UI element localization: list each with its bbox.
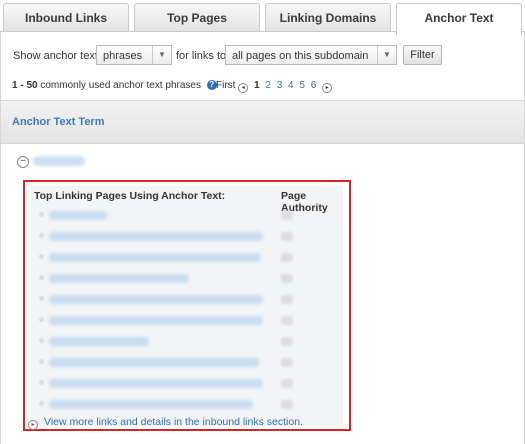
anchor-type-value: phrases	[103, 50, 143, 62]
page-authority-value	[281, 400, 293, 409]
bullet-icon	[39, 233, 44, 238]
table-row	[31, 353, 343, 373]
results-text: commonly used anchor text phrases	[40, 80, 201, 91]
pagination: First ◂ 1 2 3 4 5 6 ▸	[216, 80, 333, 93]
bullet-icon	[39, 380, 44, 385]
tab-linking-domains[interactable]: Linking Domains	[265, 3, 391, 32]
show-anchor-text-label: Show anchor text	[13, 50, 98, 62]
tab-bar: Inbound Links Top Pages Linking Domains …	[0, 0, 525, 35]
table-row	[31, 269, 343, 289]
pager-link-2[interactable]: 2	[265, 80, 271, 91]
pager-current: 1	[254, 80, 260, 91]
page-authority-value	[281, 253, 293, 262]
anchor-text-term-header: Anchor Text Term	[0, 100, 525, 144]
scope-value: all pages on this subdomain	[232, 50, 369, 62]
results-info: 1 - 50 commonly used anchor text phrases…	[12, 80, 217, 91]
pager-link-3[interactable]: 3	[277, 80, 283, 91]
linking-page-link[interactable]	[49, 274, 189, 283]
page-authority-value	[281, 316, 293, 325]
page-authority-value	[281, 337, 293, 346]
collapse-icon[interactable]: −	[17, 156, 29, 168]
bullet-icon	[39, 254, 44, 259]
bullet-icon	[39, 317, 44, 322]
anchor-term-results: − Top Linking Pages Using Anchor Text: P…	[0, 143, 525, 444]
linking-page-link[interactable]	[49, 253, 261, 262]
bullet-icon	[39, 338, 44, 343]
for-links-to-label: for links to	[176, 50, 227, 62]
linking-page-link[interactable]	[49, 400, 253, 409]
table-row	[31, 374, 343, 394]
tab-inbound-links[interactable]: Inbound Links	[3, 3, 129, 32]
results-range: 1 - 50	[12, 80, 38, 91]
pager-link-6[interactable]: 6	[311, 80, 317, 91]
highlighted-top-pages-box: Top Linking Pages Using Anchor Text: Pag…	[23, 180, 351, 431]
chevron-down-icon: ▼	[377, 46, 396, 64]
page-authority-value	[281, 232, 293, 241]
table-row	[31, 395, 343, 415]
col-top-linking-pages: Top Linking Pages Using Anchor Text:	[34, 190, 226, 202]
pager-link-5[interactable]: 5	[299, 80, 305, 91]
tab-top-pages[interactable]: Top Pages	[134, 3, 260, 32]
linking-page-link[interactable]	[49, 232, 263, 241]
bullet-icon	[39, 275, 44, 280]
table-row	[31, 311, 343, 331]
page-authority-value	[281, 211, 293, 220]
page-authority-value	[281, 379, 293, 388]
tab-anchor-text[interactable]: Anchor Text	[396, 3, 522, 35]
view-more-links[interactable]: ▸ View more links and details in the inbo…	[28, 416, 303, 430]
table-row	[31, 332, 343, 352]
table-row	[31, 206, 343, 226]
scope-select[interactable]: all pages on this subdomain ▼	[225, 45, 397, 65]
linking-page-link[interactable]	[49, 211, 107, 220]
table-row	[31, 248, 343, 268]
prev-icon[interactable]: ◂	[238, 83, 249, 93]
bullet-icon	[39, 296, 44, 301]
bullet-icon	[39, 401, 44, 406]
linking-page-link[interactable]	[49, 295, 263, 304]
next-icon[interactable]: ▸	[322, 83, 333, 93]
linking-page-link[interactable]	[49, 337, 149, 346]
arrow-right-icon: ▸	[28, 420, 38, 430]
anchor-type-select[interactable]: phrases ▼	[96, 45, 172, 65]
anchor-term-link[interactable]	[33, 156, 85, 166]
table-row	[31, 290, 343, 310]
linking-page-link[interactable]	[49, 358, 259, 367]
anchor-text-term-title[interactable]: Anchor Text Term	[12, 116, 105, 128]
page-authority-value	[281, 274, 293, 283]
bullet-icon	[39, 359, 44, 364]
bullet-icon	[39, 212, 44, 217]
linking-page-link[interactable]	[49, 379, 263, 388]
page-authority-value	[281, 295, 293, 304]
view-more-links-label[interactable]: View more links and details in the inbou…	[44, 416, 303, 428]
table-row	[31, 227, 343, 247]
filter-button[interactable]: Filter	[403, 45, 442, 65]
pager-link-4[interactable]: 4	[288, 80, 294, 91]
top-linking-pages-panel: Top Linking Pages Using Anchor Text: Pag…	[31, 186, 343, 426]
pager-first-label[interactable]: First	[216, 80, 235, 91]
linking-page-link[interactable]	[49, 316, 263, 325]
chevron-down-icon: ▼	[152, 46, 171, 64]
page-authority-value	[281, 358, 293, 367]
